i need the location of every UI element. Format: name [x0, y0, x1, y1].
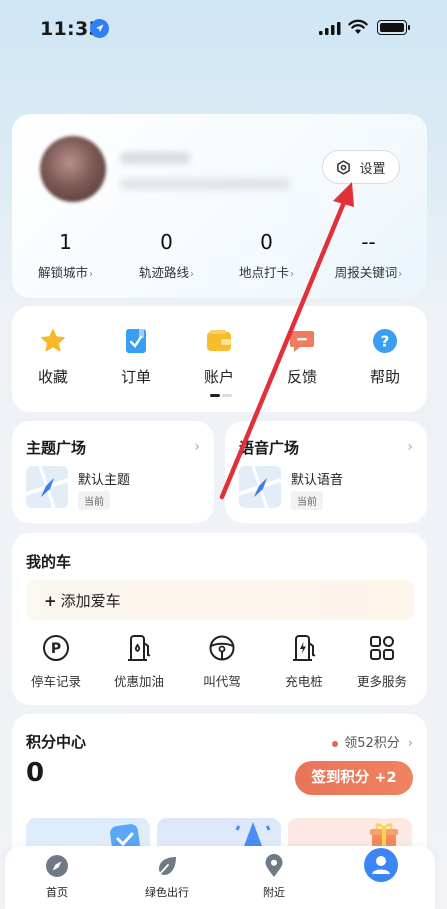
avatar[interactable]: [40, 136, 106, 202]
points-center-title: 积分中心: [26, 733, 87, 751]
theme-name: 默认主题: [78, 473, 131, 488]
current-tag: 当前: [291, 491, 323, 510]
location-pin-icon: [262, 854, 286, 878]
stat-value: --: [361, 230, 376, 254]
grid-icon: [367, 633, 397, 663]
quick-menu: 收藏 订单 账户 反馈 ? 帮助: [12, 306, 427, 412]
user-subtitle-blurred: [120, 178, 290, 190]
svg-text:P: P: [51, 641, 61, 657]
order-icon: [123, 328, 149, 354]
voice-square-card[interactable]: 语音广场 › 默认语音 当前: [225, 421, 427, 523]
service-more[interactable]: 更多服务: [342, 633, 422, 690]
quick-item-orders[interactable]: 订单: [96, 328, 176, 387]
quick-item-feedback[interactable]: 反馈: [262, 328, 342, 387]
service-charging-station[interactable]: 充电桩: [264, 633, 344, 690]
service-designated-driver[interactable]: 叫代驾: [182, 633, 262, 690]
nav-profile[interactable]: [341, 848, 421, 888]
add-car-button[interactable]: + 添加爱车: [26, 580, 414, 620]
stat-label: 轨迹路线: [138, 265, 189, 280]
chevron-right-icon: ›: [194, 439, 200, 455]
settings-hex-icon: [337, 159, 351, 175]
quick-item-account[interactable]: 账户: [179, 328, 259, 387]
wallet-icon: [206, 328, 232, 354]
quick-item-favorites[interactable]: 收藏: [13, 328, 93, 387]
quick-item-label: 反馈: [286, 368, 317, 386]
steering-wheel-icon: [207, 633, 237, 663]
stat-track-routes[interactable]: 0 轨迹路线›: [115, 230, 218, 281]
quick-item-label: 订单: [120, 368, 151, 386]
quick-item-label: 账户: [203, 368, 234, 386]
nav-green-travel[interactable]: 绿色出行: [127, 854, 207, 900]
chevron-right-icon: ›: [89, 269, 93, 280]
chevron-right-icon: ›: [407, 439, 413, 455]
page-indicator: [210, 394, 232, 413]
sign-in-points-button[interactable]: 签到积分 +2: [295, 761, 413, 795]
parking-icon: P: [41, 633, 71, 663]
stat-label: 周报关键词: [334, 265, 398, 280]
nav-home[interactable]: 首页: [17, 854, 97, 900]
nav-label: 首页: [46, 886, 68, 899]
current-tag: 当前: [78, 491, 110, 510]
chevron-right-icon: ›: [407, 736, 413, 751]
stat-value: 1: [59, 230, 72, 254]
quick-item-label: 帮助: [369, 368, 400, 386]
settings-label: 设置: [359, 161, 386, 177]
theme-square-title: 主题广场: [26, 439, 87, 457]
stat-label: 地点打卡: [238, 265, 289, 280]
stat-weekly-keywords[interactable]: -- 周报关键词›: [317, 230, 420, 281]
charging-icon: [289, 633, 319, 663]
claim-points-link[interactable]: 领52积分 ›: [332, 732, 413, 751]
plus-icon: +: [44, 592, 57, 610]
nav-label: 绿色出行: [145, 886, 189, 899]
svg-text:?: ?: [381, 333, 390, 351]
chevron-right-icon: ›: [190, 269, 194, 280]
service-fuel-discount[interactable]: 优惠加油: [99, 633, 179, 690]
my-car-card: 我的车 + 添加爱车 P 停车记录 优惠加油 叫代驾 充电桩 更多服务: [12, 533, 427, 705]
profile-card: 设置 1 解锁城市› 0 轨迹路线› 0 地点打卡› -- 周报关键词›: [12, 114, 427, 298]
wifi-icon: [348, 19, 368, 34]
add-car-label: 添加爱车: [60, 592, 121, 610]
compass-thumbnail-icon: [26, 466, 68, 508]
my-car-title: 我的车: [26, 553, 72, 571]
status-bar: 11:35: [0, 0, 447, 60]
chevron-right-icon: ›: [290, 269, 294, 280]
signal-icon: [319, 22, 341, 35]
username-blurred: [120, 152, 190, 164]
stat-label: 解锁城市: [37, 265, 88, 280]
battery-icon: [377, 20, 410, 35]
service-label: 优惠加油: [113, 674, 164, 689]
service-label: 充电桩: [285, 674, 323, 689]
location-arrow-icon: [90, 19, 109, 38]
bottom-navigation: 首页 绿色出行 附近: [5, 846, 435, 909]
nav-nearby[interactable]: 附近: [234, 854, 314, 900]
stat-checkins[interactable]: 0 地点打卡›: [215, 230, 318, 281]
service-label: 叫代驾: [203, 674, 241, 689]
stat-value: 0: [160, 230, 173, 254]
chevron-right-icon: ›: [398, 269, 403, 280]
nav-label: 附近: [263, 886, 285, 899]
red-dot-icon: [332, 740, 339, 747]
stat-unlocked-cities[interactable]: 1 解锁城市›: [14, 230, 117, 281]
theme-square-card[interactable]: 主题广场 › 默认主题 当前: [12, 421, 214, 523]
feedback-icon: [289, 328, 315, 354]
claim-points-label: 领52积分: [344, 736, 400, 751]
fuel-icon: [124, 633, 154, 663]
points-balance: 0: [26, 758, 45, 788]
quick-item-label: 收藏: [37, 368, 68, 386]
service-parking-record[interactable]: P 停车记录: [16, 633, 96, 690]
quick-item-help[interactable]: ? 帮助: [345, 328, 425, 387]
star-icon: [40, 328, 66, 354]
service-label: 更多服务: [356, 674, 407, 689]
user-icon: [364, 848, 398, 882]
leaf-icon: [155, 854, 179, 878]
service-label: 停车记录: [30, 674, 81, 689]
voice-name: 默认语音: [291, 473, 344, 488]
voice-square-title: 语音广场: [239, 439, 300, 457]
settings-button[interactable]: 设置: [322, 150, 400, 184]
compass-icon: [45, 854, 69, 878]
stat-value: 0: [260, 230, 273, 254]
help-icon: ?: [372, 328, 398, 354]
compass-thumbnail-icon: [239, 466, 281, 508]
